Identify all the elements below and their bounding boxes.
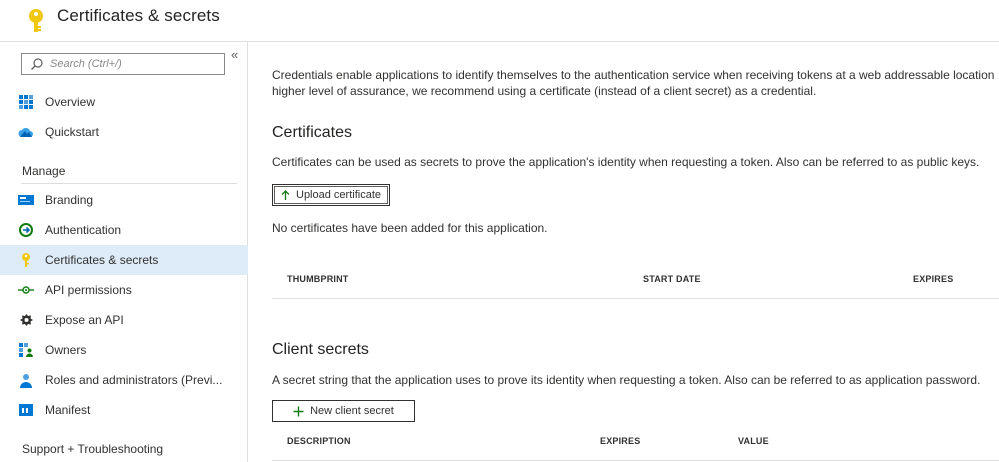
intro-line-1: Credentials enable applications to ident… — [272, 68, 995, 82]
sidebar-item-label: Expose an API — [45, 313, 124, 327]
sidebar-item-certificates-secrets[interactable]: Certificates & secrets — [0, 245, 248, 275]
upload-certificate-button[interactable]: Upload certificate — [272, 184, 390, 206]
search-placeholder: Search (Ctrl+/) — [50, 58, 122, 70]
new-client-secret-button[interactable]: New client secret — [272, 400, 415, 422]
column-header-start-date[interactable]: START DATE — [643, 274, 701, 284]
certificates-description: Certificates can be used as secrets to p… — [272, 155, 980, 169]
sidebar-item-branding[interactable]: Branding — [0, 185, 248, 215]
sidebar-item-label: Quickstart — [45, 125, 100, 139]
client-secrets-description: A secret string that the application use… — [272, 373, 981, 387]
client-secrets-heading: Client secrets — [272, 341, 369, 358]
expose-api-icon — [18, 312, 34, 328]
sidebar-item-expose-an-api[interactable]: Expose an API — [0, 305, 248, 335]
sidebar-item-label: Branding — [45, 193, 94, 207]
support-section-label: Support + Troubleshooting — [22, 442, 164, 456]
search-input[interactable]: Search (Ctrl+/) — [21, 53, 225, 75]
table-divider — [272, 460, 999, 461]
collapse-sidebar-icon[interactable]: « — [231, 47, 238, 62]
sidebar-item-overview[interactable]: Overview — [0, 87, 248, 117]
sidebar-item-authentication[interactable]: Authentication — [0, 215, 248, 245]
sidebar-item-roles-administrators[interactable]: Roles and administrators (Previ... — [0, 365, 248, 395]
no-certificates-text: No certificates have been added for this… — [272, 221, 548, 235]
key-icon — [29, 9, 43, 32]
intro-line-2: higher level of assurance, we recommend … — [272, 84, 817, 98]
sidebar-item-owners[interactable]: Owners — [0, 335, 248, 365]
roles-icon — [18, 372, 34, 388]
manifest-icon — [18, 402, 34, 418]
sidebar-item-label: Certificates & secrets — [45, 253, 159, 267]
sidebar: Search (Ctrl+/) « Overview Quickstart Ma… — [0, 42, 248, 462]
sidebar-item-label: Authentication — [45, 223, 122, 237]
manage-section-label: Manage — [22, 164, 66, 178]
column-header-thumbprint[interactable]: THUMBPRINT — [287, 274, 349, 284]
column-header-expires[interactable]: EXPIRES — [600, 436, 640, 446]
quickstart-cloud-icon — [18, 124, 34, 140]
sidebar-item-label: Roles and administrators (Previ... — [45, 373, 223, 387]
intro-text: Credentials enable applications to ident… — [272, 67, 999, 99]
certificates-heading: Certificates — [272, 124, 353, 141]
overview-grid-icon — [18, 94, 34, 110]
sidebar-item-label: API permissions — [45, 283, 132, 297]
search-icon — [31, 58, 43, 70]
blade-header: Certificates & secrets — [0, 0, 999, 42]
new-client-secret-label: New client secret — [310, 405, 394, 417]
upload-certificate-label: Upload certificate — [296, 189, 381, 201]
page-title: Certificates & secrets — [57, 6, 220, 25]
plus-icon — [293, 406, 304, 417]
upload-icon — [281, 189, 290, 201]
table-divider — [272, 298, 999, 299]
column-header-value[interactable]: VALUE — [738, 436, 769, 446]
branding-icon — [18, 192, 34, 208]
sidebar-item-label: Overview — [45, 95, 96, 109]
api-permissions-icon — [18, 282, 34, 298]
sidebar-item-label: Manifest — [45, 403, 91, 417]
sidebar-item-manifest[interactable]: Manifest — [0, 395, 248, 425]
sidebar-item-label: Owners — [45, 343, 87, 357]
column-header-description[interactable]: DESCRIPTION — [287, 436, 351, 446]
sidebar-item-quickstart[interactable]: Quickstart — [0, 117, 248, 147]
section-divider — [21, 183, 237, 184]
authentication-icon — [18, 222, 34, 238]
key-icon — [18, 252, 34, 268]
owners-icon — [18, 342, 34, 358]
sidebar-item-api-permissions[interactable]: API permissions — [0, 275, 248, 305]
column-header-expires[interactable]: EXPIRES — [913, 274, 953, 284]
main-content: Credentials enable applications to ident… — [249, 42, 999, 462]
